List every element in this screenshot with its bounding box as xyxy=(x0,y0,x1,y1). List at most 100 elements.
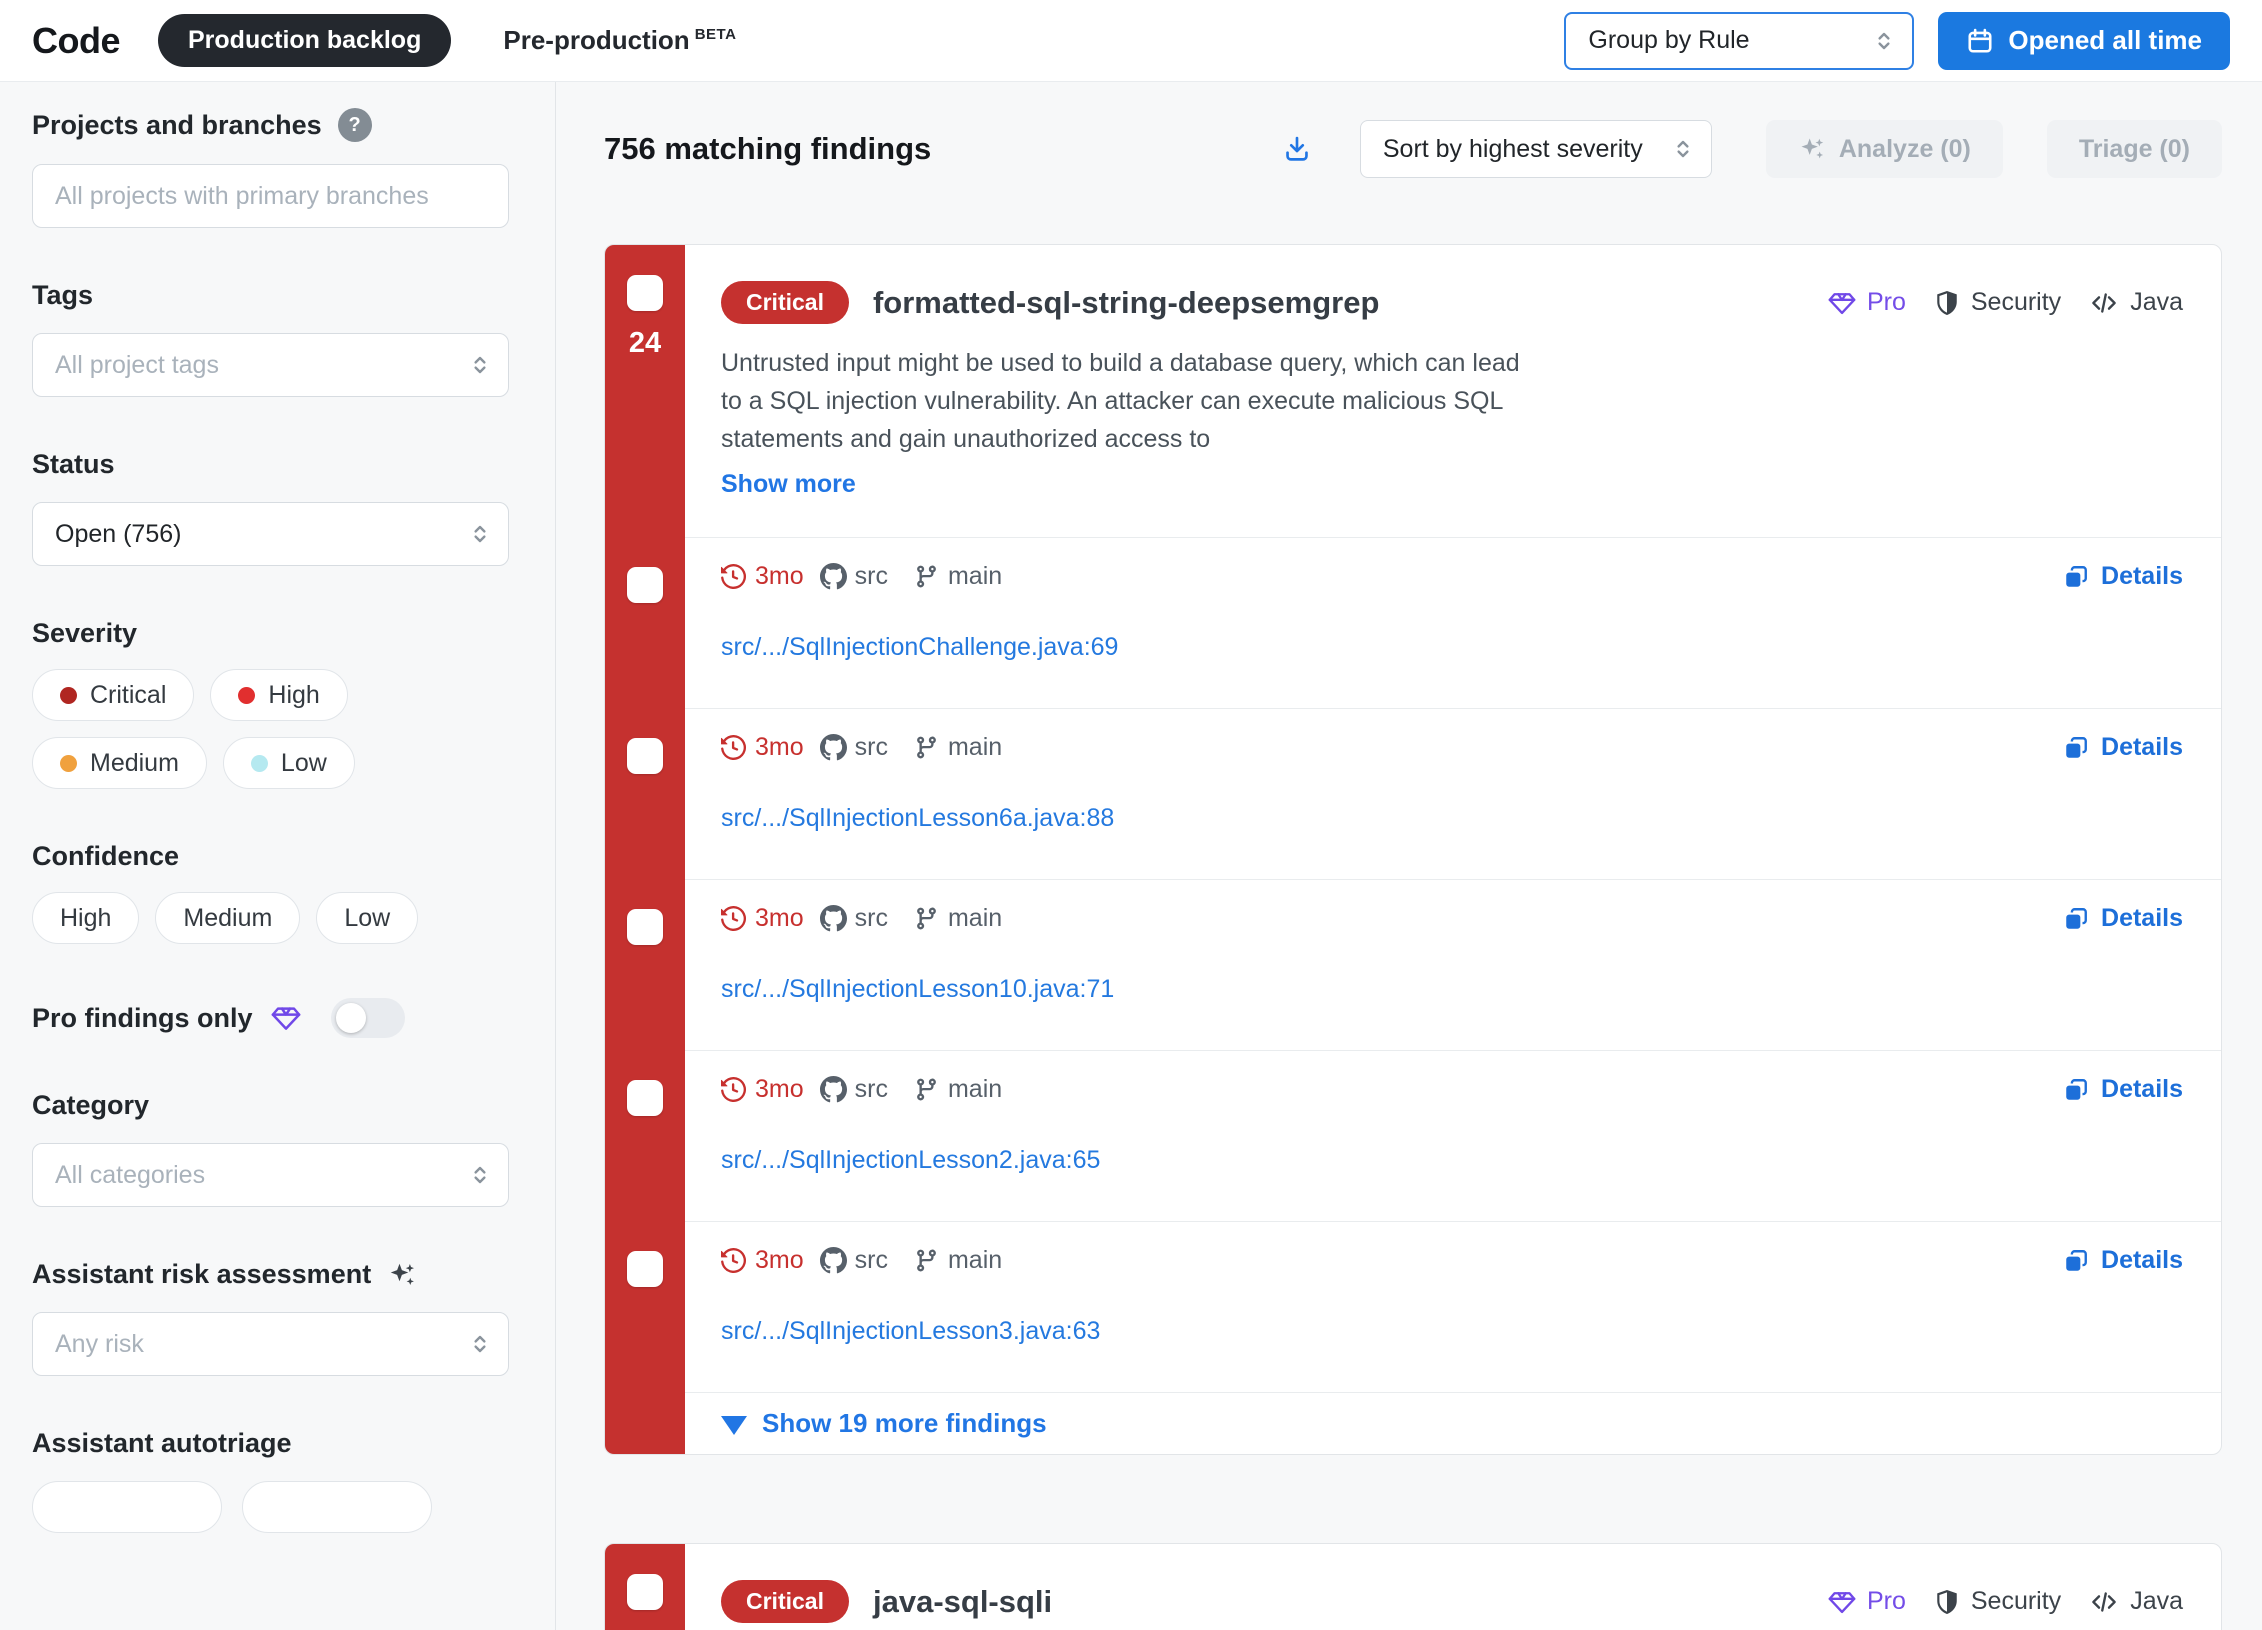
security-tag[interactable]: Security xyxy=(1934,288,2061,317)
finding-checkbox[interactable] xyxy=(627,1080,663,1116)
autotriage-pill[interactable] xyxy=(242,1481,432,1533)
branch-group: main xyxy=(914,1075,1002,1104)
triage-button[interactable]: Triage (0) xyxy=(2046,120,2222,178)
category-select[interactable]: All categories xyxy=(32,1143,509,1207)
finding-path-link[interactable]: src/.../SqlInjectionLesson10.java:71 xyxy=(721,975,1114,1004)
autotriage-pill[interactable] xyxy=(32,1481,222,1533)
finding-checkbox[interactable] xyxy=(627,567,663,603)
finding-checkbox[interactable] xyxy=(627,738,663,774)
confidence-pill-medium[interactable]: Medium xyxy=(155,892,301,944)
finding-age: 3mo xyxy=(755,1246,804,1274)
history-icon xyxy=(721,1077,746,1102)
chevron-up-down-icon xyxy=(1878,32,1890,49)
details-link[interactable]: Details xyxy=(2063,1075,2183,1104)
branch-name: main xyxy=(947,733,1003,761)
chevron-up-down-icon xyxy=(474,1335,486,1353)
gem-icon xyxy=(1828,292,1856,314)
chevron-up-down-icon xyxy=(474,1166,486,1184)
rule-title: java-sql-sqli xyxy=(872,1583,1053,1619)
severity-pill-label: Low xyxy=(280,748,327,777)
severity-pill-high[interactable]: High xyxy=(210,669,348,721)
finding-path-link[interactable]: src/.../SqlInjectionLesson6a.java:88 xyxy=(721,804,1114,833)
tags-select[interactable]: All project tags xyxy=(32,333,509,397)
status-select[interactable]: Open (756) xyxy=(32,502,509,566)
language-tag[interactable]: Java xyxy=(2089,1587,2183,1617)
show-more-findings-link[interactable]: Show 19 more findings xyxy=(762,1408,1047,1439)
confidence-pill-high[interactable]: High xyxy=(32,892,140,944)
finding-path-link[interactable]: src/.../SqlInjectionChallenge.java:69 xyxy=(721,633,1118,662)
github-icon xyxy=(819,563,847,590)
finding-path-link[interactable]: src/.../SqlInjectionLesson3.java:63 xyxy=(721,1317,1100,1346)
severity-pill-label: Medium xyxy=(90,748,179,777)
tab-pre-production[interactable]: Pre-production BETA xyxy=(503,25,736,56)
risk-select[interactable]: Any risk xyxy=(32,1312,509,1376)
language-tag-label: Java xyxy=(2130,288,2183,316)
triangle-down-icon xyxy=(721,1415,747,1435)
rule-tagbar: Pro Security Java xyxy=(1800,288,2183,318)
group-by-select[interactable]: Group by Rule xyxy=(1564,11,1915,70)
finding-age: 3mo xyxy=(755,1075,804,1103)
code-icon xyxy=(2092,1591,2116,1612)
details-link[interactable]: Details xyxy=(2063,1246,2183,1275)
security-tag-label: Security xyxy=(1970,1587,2062,1615)
pro-tag[interactable]: Pro xyxy=(1828,1587,1906,1616)
security-tag[interactable]: Security xyxy=(1934,1587,2061,1616)
history-icon xyxy=(721,735,746,760)
date-range-button[interactable]: Opened all time xyxy=(1938,11,2230,70)
group-checkbox[interactable] xyxy=(627,1574,663,1610)
details-link[interactable]: Details xyxy=(2063,904,2183,933)
analyze-button[interactable]: Analyze (0) xyxy=(1765,120,2003,178)
show-more-link[interactable]: Show more xyxy=(721,470,856,499)
pro-only-toggle[interactable] xyxy=(330,998,405,1038)
code-icon xyxy=(2092,292,2116,313)
severity-pill-low[interactable]: Low xyxy=(222,737,355,789)
tab-production-backlog[interactable]: Production backlog xyxy=(158,14,452,67)
repo-name: src xyxy=(854,1246,888,1274)
confidence-pill-low[interactable]: Low xyxy=(316,892,419,944)
branch-group: main xyxy=(914,1246,1002,1275)
rule-description: Untrusted input might be used to build a… xyxy=(721,349,1520,453)
high-dot-icon xyxy=(238,686,256,704)
confidence-pill-label: High xyxy=(60,903,112,932)
critical-dot-icon xyxy=(60,686,77,704)
matching-findings-count: 756 matching findings xyxy=(604,131,932,166)
group-checkbox[interactable] xyxy=(627,275,663,311)
history-icon xyxy=(721,564,746,589)
chevron-up-down-icon xyxy=(474,525,486,543)
language-tag-label: Java xyxy=(2130,1587,2183,1615)
sort-select[interactable]: Sort by highest severity xyxy=(1359,120,1712,178)
severity-heading: Severity xyxy=(32,618,138,648)
tags-value: All project tags xyxy=(55,350,219,379)
projects-heading: Projects and branches ? xyxy=(32,108,509,142)
help-icon[interactable]: ? xyxy=(337,108,372,142)
severity-pill-label: High xyxy=(268,680,320,709)
details-label: Details xyxy=(2101,1075,2183,1103)
repo-name: src xyxy=(854,562,888,590)
medium-dot-icon xyxy=(60,754,77,772)
finding-path-link[interactable]: src/.../SqlInjectionLesson2.java:65 xyxy=(721,1146,1100,1175)
projects-input[interactable] xyxy=(32,164,509,228)
branch-icon xyxy=(917,1078,936,1101)
severity-pill-medium[interactable]: Medium xyxy=(32,737,207,789)
details-link[interactable]: Details xyxy=(2063,562,2183,591)
finding-checkbox[interactable] xyxy=(627,1251,663,1287)
autotriage-pills xyxy=(32,1481,509,1533)
tags-heading: Tags xyxy=(32,280,94,310)
repo-name: src xyxy=(854,733,888,761)
details-link[interactable]: Details xyxy=(2063,733,2183,762)
finding-group-card: 24 Critical java-sql-sqli Pro xyxy=(604,1543,2222,1630)
branch-group: main xyxy=(914,904,1002,933)
branch-icon xyxy=(917,565,936,588)
finding-row: 3mo src main Details src/.../SqlInjectio… xyxy=(605,879,2221,1050)
branch-name: main xyxy=(947,1075,1003,1103)
details-window-icon xyxy=(2066,907,2087,929)
finding-checkbox[interactable] xyxy=(627,909,663,945)
pre-production-label: Pre-production xyxy=(503,25,690,55)
severity-pill-critical[interactable]: Critical xyxy=(32,669,195,721)
language-tag[interactable]: Java xyxy=(2089,288,2183,318)
download-icon[interactable] xyxy=(1282,134,1312,164)
group-header-row: 24 Critical formatted-sql-string-deepsem… xyxy=(605,245,2221,537)
details-window-icon xyxy=(2066,1249,2087,1271)
date-range-label: Opened all time xyxy=(2008,25,2202,55)
pro-tag[interactable]: Pro xyxy=(1828,288,1906,317)
